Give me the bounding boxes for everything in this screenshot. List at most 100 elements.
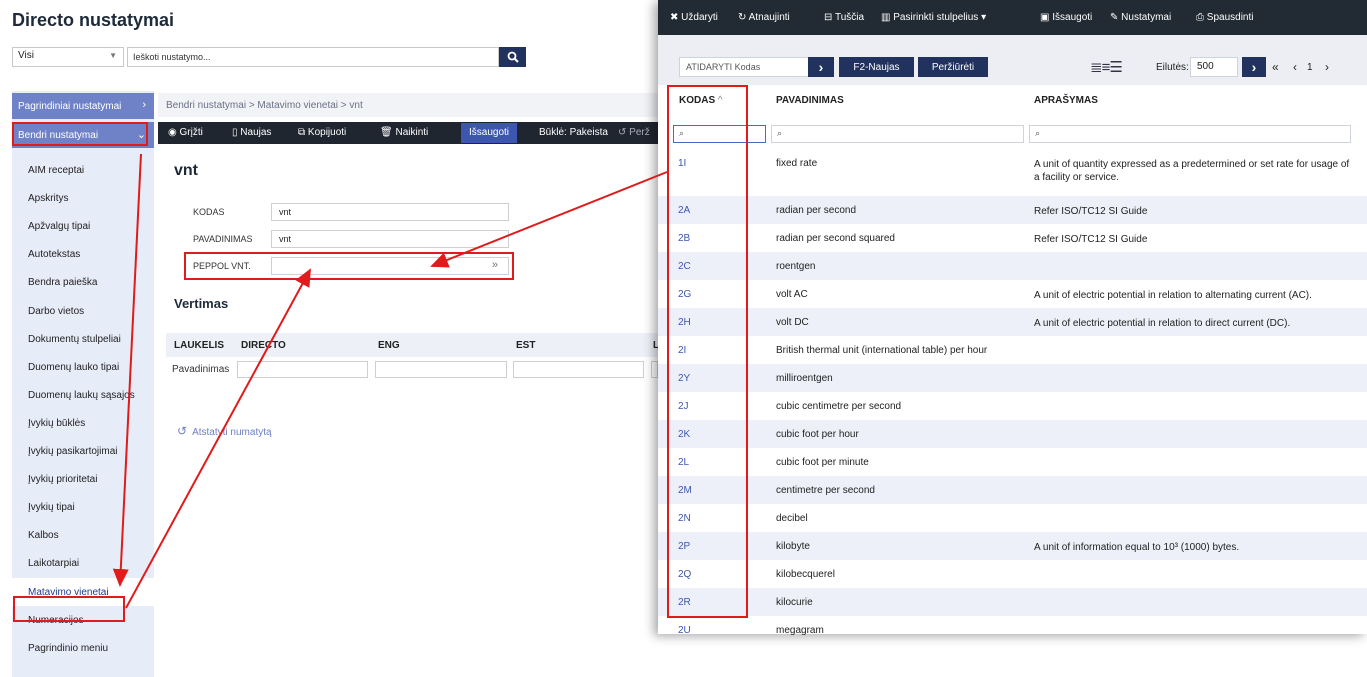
sidebar-group-main[interactable]: Pagrindiniai nustatymai › bbox=[12, 93, 154, 119]
code-filter-input[interactable]: ⌕ bbox=[673, 125, 766, 143]
table-row[interactable]: 2B radian per second squared Refer ISO/TC1… bbox=[658, 224, 1367, 252]
sidebar-item[interactable]: Įvykių tipai bbox=[12, 493, 154, 521]
row-code: 2K bbox=[678, 429, 691, 440]
sidebar-item[interactable]: Numeracijos bbox=[12, 606, 154, 634]
rows-per-page-input[interactable]: 500 bbox=[1190, 57, 1238, 77]
save-label: Išsaugoti bbox=[1052, 12, 1093, 23]
row-name: milliroentgen bbox=[776, 373, 833, 384]
settings-button[interactable]: ✎ Nustatymai bbox=[1110, 12, 1171, 23]
next-page-icon[interactable]: › bbox=[1325, 60, 1329, 74]
popup-save-button[interactable]: ▣ Išsaugoti bbox=[1040, 12, 1092, 23]
clear-button[interactable]: ⊟ Tuščia bbox=[824, 12, 864, 23]
table-row[interactable]: 2L cubic foot per minute bbox=[658, 448, 1367, 476]
row-description: A unit of electric potential in relation… bbox=[1034, 290, 1312, 301]
open-go-button[interactable]: › bbox=[808, 57, 834, 77]
sidebar-item[interactable]: Apskritys bbox=[12, 184, 154, 212]
table-row[interactable]: 2Y milliroentgen bbox=[658, 364, 1367, 392]
copy-button[interactable]: ⧉ Kopijuoti bbox=[298, 127, 346, 138]
sidebar-item[interactable]: Apžvalgų tipai bbox=[12, 212, 154, 240]
sidebar-item-label: Bendra paieška bbox=[28, 277, 98, 288]
table-row[interactable]: 2N decibel bbox=[658, 504, 1367, 532]
row-name: cubic centimetre per second bbox=[776, 401, 902, 412]
table-row[interactable]: 2Q kilobecquerel bbox=[658, 560, 1367, 588]
view-mode-icon[interactable]: ≣≡☰ bbox=[1090, 58, 1123, 76]
name-filter-input[interactable]: ⌕ bbox=[771, 125, 1024, 143]
sidebar-item-label: Numeracijos bbox=[28, 615, 84, 626]
translation-est-input[interactable] bbox=[513, 361, 644, 378]
rows-apply-button[interactable]: › bbox=[1242, 57, 1266, 77]
sidebar-item[interactable]: Bendra paieška bbox=[12, 268, 154, 296]
sidebar-item[interactable]: AIM receptai bbox=[12, 156, 154, 184]
clear-icon: ⊟ bbox=[824, 12, 833, 23]
row-name: kilocurie bbox=[776, 597, 813, 608]
row-code: 2I bbox=[678, 345, 687, 356]
delete-button[interactable]: 🗑 Naikinti bbox=[380, 127, 428, 138]
view-button[interactable]: Peržiūrėti bbox=[918, 57, 988, 77]
page-title: Directo nustatymai bbox=[12, 10, 175, 30]
translation-next-input[interactable] bbox=[651, 361, 658, 378]
desc-filter-input[interactable]: ⌕ bbox=[1029, 125, 1351, 143]
table-row[interactable]: 2U megagram bbox=[658, 616, 1367, 636]
code-field[interactable]: vnt bbox=[271, 203, 509, 221]
sidebar-item[interactable]: Darbo vietos bbox=[12, 297, 154, 325]
table-row[interactable]: 2H volt DC A unit of electric potential in… bbox=[658, 308, 1367, 336]
sidebar-item[interactable]: Pagrindinio meniu bbox=[12, 634, 154, 662]
sidebar-item[interactable]: Dokumentų stulpeliai bbox=[12, 325, 154, 353]
open-code-input[interactable]: ATIDARYTI Kodas bbox=[679, 57, 814, 77]
sidebar-item[interactable]: Laikotarpiai bbox=[12, 549, 154, 577]
table-row[interactable]: 1I fixed rate A unit of quantity expressed… bbox=[658, 147, 1367, 196]
sidebar-item[interactable]: Autotekstas bbox=[12, 240, 154, 268]
table-row[interactable]: 2R kilocurie bbox=[658, 588, 1367, 616]
save-button[interactable]: Išsaugoti bbox=[461, 123, 518, 143]
sidebar-group-general[interactable]: Bendri nustatymai ⌄ bbox=[12, 122, 154, 148]
table-row[interactable]: 2J cubic centimetre per second bbox=[658, 392, 1367, 420]
new-button[interactable]: ▯ Naujas bbox=[232, 127, 271, 138]
settings-search-input[interactable]: Ieškoti nustatymo... bbox=[127, 47, 499, 67]
popup-toolbar: ✖ Uždaryti ↻ Atnaujinti ⊟ Tuščia ▥ Pasir… bbox=[658, 0, 1367, 35]
refresh-button[interactable]: ↻ Atnaujinti bbox=[738, 12, 790, 23]
col-header-name[interactable]: PAVADINIMAS bbox=[776, 86, 844, 112]
table-row[interactable]: 2I British thermal unit (international ta… bbox=[658, 336, 1367, 364]
print-icon: ⎙ bbox=[1196, 12, 1204, 23]
search-placeholder: Ieškoti nustatymo... bbox=[133, 52, 211, 62]
sidebar-item[interactable]: Duomenų laukų sąsajos bbox=[12, 381, 154, 409]
sidebar-item[interactable]: Kalbos bbox=[12, 521, 154, 549]
choose-columns-button[interactable]: ▥ Pasirinkti stulpelius ▾ bbox=[881, 12, 986, 23]
translation-eng-input[interactable] bbox=[375, 361, 507, 378]
f2-new-button[interactable]: F2-Naujas bbox=[839, 57, 914, 77]
translation-directo-input[interactable] bbox=[237, 361, 368, 378]
search-icon: ⌕ bbox=[679, 128, 685, 138]
sidebar-item[interactable]: Įvykių prioritetai bbox=[12, 465, 154, 493]
sidebar-item[interactable]: Duomenų lauko tipai bbox=[12, 353, 154, 381]
back-button[interactable]: ◉ Grįžti bbox=[168, 127, 203, 138]
table-row[interactable]: 2G volt AC A unit of electric potential in… bbox=[658, 280, 1367, 308]
delete-label: Naikinti bbox=[395, 127, 429, 138]
sidebar-item-label: Įvykių tipai bbox=[28, 502, 75, 513]
filter-select[interactable]: Visi ▼ bbox=[12, 47, 124, 67]
table-row[interactable]: 2A radian per second Refer ISO/TC12 SI Gui… bbox=[658, 196, 1367, 224]
name-field[interactable]: vnt bbox=[271, 230, 509, 248]
peppol-field[interactable]: » bbox=[271, 257, 509, 275]
preview-button[interactable]: ↺ Perž bbox=[618, 127, 650, 138]
first-page-icon[interactable]: « bbox=[1272, 60, 1279, 74]
sidebar-item[interactable]: Matavimo vienetai bbox=[12, 578, 154, 606]
table-row[interactable]: 2P kilobyte A unit of information equal to… bbox=[658, 532, 1367, 560]
table-row[interactable]: 2M centimetre per second bbox=[658, 476, 1367, 504]
row-code: 2J bbox=[678, 401, 689, 412]
table-row[interactable]: 2C roentgen bbox=[658, 252, 1367, 280]
picker-icon[interactable]: » bbox=[492, 259, 498, 271]
sidebar-item[interactable]: Įvykių pasikartojimai bbox=[12, 437, 154, 465]
print-label: Spausdinti bbox=[1206, 12, 1254, 23]
search-button[interactable] bbox=[499, 47, 526, 67]
col-header-code[interactable]: KODAS ^ bbox=[679, 86, 723, 112]
close-button[interactable]: ✖ Uždaryti bbox=[670, 12, 718, 23]
col-header-desc[interactable]: APRAŠYMAS bbox=[1034, 86, 1098, 112]
table-row[interactable]: 2K cubic foot per hour bbox=[658, 420, 1367, 448]
row-code: 2C bbox=[678, 261, 691, 272]
row-name: volt DC bbox=[776, 317, 809, 328]
sidebar-item[interactable]: Įvykių būklės bbox=[12, 409, 154, 437]
row-name: cubic foot per hour bbox=[776, 429, 859, 440]
restore-default-link[interactable]: ↺ Atstatyti numatytą bbox=[177, 424, 272, 438]
print-button[interactable]: ⎙ Spausdinti bbox=[1196, 12, 1253, 23]
prev-page-icon[interactable]: ‹ bbox=[1293, 60, 1297, 74]
